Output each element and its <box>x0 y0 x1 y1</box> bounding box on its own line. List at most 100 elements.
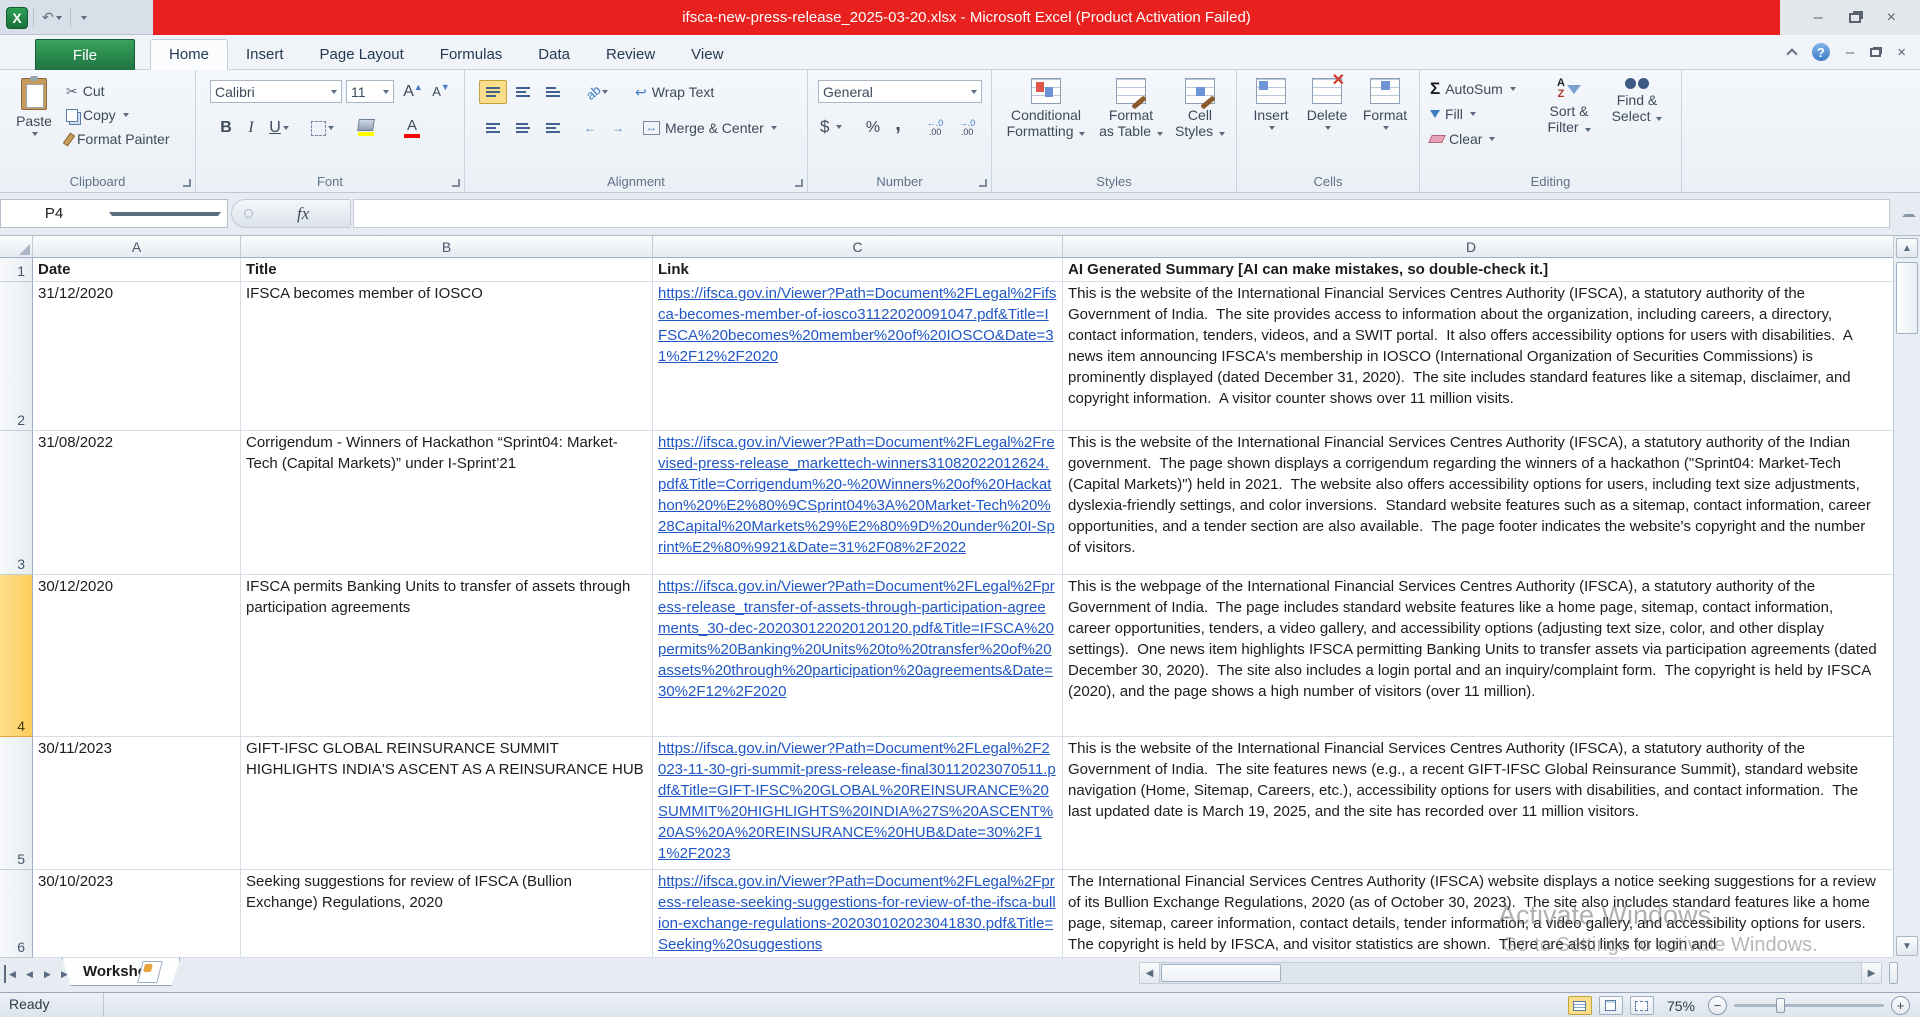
zoom-level[interactable]: 75% <box>1667 998 1695 1014</box>
close-icon[interactable]: × <box>1887 9 1896 26</box>
cut-button[interactable]: ✂ Cut <box>66 80 105 102</box>
bold-button[interactable]: B <box>214 116 238 140</box>
tab-review[interactable]: Review <box>588 39 673 70</box>
zoom-in-button[interactable]: + <box>1891 996 1910 1015</box>
autosum-button[interactable]: Σ AutoSum <box>1430 78 1516 100</box>
delete-cells-button[interactable]: ✕ Delete <box>1299 73 1355 130</box>
find-select-button[interactable]: Find & Select <box>1606 78 1668 124</box>
cell-summary[interactable]: This is the website of the International… <box>1063 737 1893 870</box>
scroll-right-icon[interactable]: ▶ <box>1861 963 1881 983</box>
row-header[interactable]: 1 <box>0 258 33 282</box>
percent-style-button[interactable]: % <box>860 116 886 140</box>
number-format-select[interactable]: General <box>818 80 982 103</box>
horizontal-scrollbar-thumb[interactable] <box>1161 964 1281 982</box>
first-sheet-icon[interactable]: ◀ <box>4 965 19 983</box>
cell-summary[interactable]: This is the website of the International… <box>1063 431 1893 575</box>
insert-cells-button[interactable]: Insert <box>1245 78 1297 130</box>
customize-qat-button[interactable] <box>76 7 90 29</box>
row-header[interactable]: 2 <box>0 282 33 431</box>
tab-view[interactable]: View <box>673 39 741 70</box>
format-as-table-button[interactable]: Format as Table <box>1096 78 1166 139</box>
underline-button[interactable]: U <box>262 116 296 140</box>
cell-title[interactable]: Seeking suggestions for review of IFSCA … <box>241 870 653 958</box>
cell-date[interactable]: 30/12/2020 <box>33 575 241 737</box>
scroll-left-icon[interactable]: ◀ <box>1140 963 1160 983</box>
workbook-close-icon[interactable]: × <box>1897 44 1906 61</box>
tab-formulas[interactable]: Formulas <box>422 39 521 70</box>
cell-link[interactable]: https://ifsca.gov.in/Viewer?Path=Documen… <box>653 431 1063 575</box>
cell-date[interactable]: 30/11/2023 <box>33 737 241 870</box>
merge-center-button[interactable]: ↔ Merge & Center <box>643 117 777 139</box>
align-left-button[interactable] <box>479 116 507 140</box>
undo-button[interactable]: ↶ <box>39 7 65 29</box>
paste-button[interactable]: Paste <box>10 76 58 136</box>
align-right-button[interactable] <box>539 116 567 140</box>
copy-button[interactable]: Copy <box>66 104 129 126</box>
next-sheet-icon[interactable]: ▶ <box>40 965 55 983</box>
zoom-out-button[interactable]: − <box>1708 996 1727 1015</box>
select-all-corner[interactable] <box>0 236 33 258</box>
cell-link[interactable]: https://ifsca.gov.in/Viewer?Path=Documen… <box>653 575 1063 737</box>
column-header-c[interactable]: C <box>653 236 1063 258</box>
help-icon[interactable]: ? <box>1811 43 1830 61</box>
column-header-a[interactable]: A <box>33 236 241 258</box>
zoom-slider[interactable] <box>1734 998 1884 1013</box>
comma-style-button[interactable]: , <box>888 112 908 136</box>
cell-title[interactable]: IFSCA becomes member of IOSCO <box>241 282 653 431</box>
cell-date[interactable]: 31/12/2020 <box>33 282 241 431</box>
horizontal-scrollbar[interactable]: ◀ ▶ <box>1139 962 1882 984</box>
collapse-ribbon-icon[interactable] <box>1786 47 1798 60</box>
workbook-restore-icon[interactable] <box>1870 47 1882 57</box>
tab-insert[interactable]: Insert <box>228 39 302 70</box>
cell-summary[interactable]: This is the website of the International… <box>1063 282 1893 431</box>
fx-icon[interactable]: fx <box>297 204 309 224</box>
cell-link[interactable]: https://ifsca.gov.in/Viewer?Path=Documen… <box>653 870 1063 958</box>
sort-filter-button[interactable]: AZ Sort & Filter <box>1538 78 1600 135</box>
cell-date[interactable]: 30/10/2023 <box>33 870 241 958</box>
increase-indent-button[interactable]: → <box>605 116 631 140</box>
cell-link[interactable]: https://ifsca.gov.in/Viewer?Path=Documen… <box>653 737 1063 870</box>
tab-page-layout[interactable]: Page Layout <box>302 39 422 70</box>
format-cells-button[interactable]: Format <box>1357 78 1413 130</box>
header-link[interactable]: Link <box>653 258 1063 282</box>
restore-icon[interactable] <box>1848 12 1861 23</box>
tab-data[interactable]: Data <box>520 39 588 70</box>
sheet-tab-worksheet[interactable]: Worksheet <box>62 958 180 986</box>
borders-button[interactable] <box>304 116 340 140</box>
formula-input[interactable] <box>353 199 1890 228</box>
top-align-button[interactable] <box>479 80 507 104</box>
number-dialog-launcher-icon[interactable] <box>979 179 987 187</box>
cell-title[interactable]: Corrigendum - Winners of Hackathon “Spri… <box>241 431 653 575</box>
row-header[interactable]: 5 <box>0 737 33 870</box>
tab-file[interactable]: File <box>35 39 135 70</box>
hyperlink[interactable]: https://ifsca.gov.in/Viewer?Path=Documen… <box>658 434 1055 556</box>
minimize-icon[interactable]: – <box>1814 9 1823 26</box>
excel-logo-icon[interactable]: X <box>6 6 28 29</box>
zoom-slider-thumb[interactable] <box>1776 998 1785 1013</box>
fill-color-button[interactable] <box>346 114 386 141</box>
accounting-format-button[interactable]: $ <box>820 116 843 138</box>
shrink-font-button[interactable]: A ▼ <box>428 80 454 103</box>
fill-button[interactable]: Fill <box>1430 103 1476 125</box>
grow-font-button[interactable]: A ▲ <box>400 80 426 103</box>
cell-styles-button[interactable]: Cell Styles <box>1170 78 1230 139</box>
tab-split-handle[interactable] <box>1889 962 1898 984</box>
font-name-select[interactable]: Calibri <box>210 80 342 103</box>
font-color-button[interactable]: A <box>392 114 432 141</box>
hyperlink[interactable]: https://ifsca.gov.in/Viewer?Path=Documen… <box>658 873 1056 953</box>
cell-title[interactable]: GIFT-IFSC GLOBAL REINSURANCE SUMMIT HIGH… <box>241 737 653 870</box>
middle-align-button[interactable] <box>509 80 537 104</box>
vertical-scrollbar-thumb[interactable] <box>1896 262 1918 334</box>
workbook-minimize-icon[interactable]: – <box>1846 44 1854 61</box>
scroll-up-icon[interactable]: ▲ <box>1896 238 1918 258</box>
decrease-indent-button[interactable]: ← <box>577 116 603 140</box>
vertical-scrollbar[interactable]: ▲ ▼ <box>1893 236 1920 958</box>
clipboard-dialog-launcher-icon[interactable] <box>183 179 191 187</box>
increase-decimal-button[interactable]: ←.0.00 <box>920 116 950 140</box>
font-dialog-launcher-icon[interactable] <box>452 179 460 187</box>
bottom-align-button[interactable] <box>539 80 567 104</box>
row-header[interactable]: 6 <box>0 870 33 958</box>
column-header-d[interactable]: D <box>1063 236 1893 258</box>
name-box[interactable]: P4 <box>0 199 228 228</box>
font-size-select[interactable]: 11 <box>346 80 394 103</box>
